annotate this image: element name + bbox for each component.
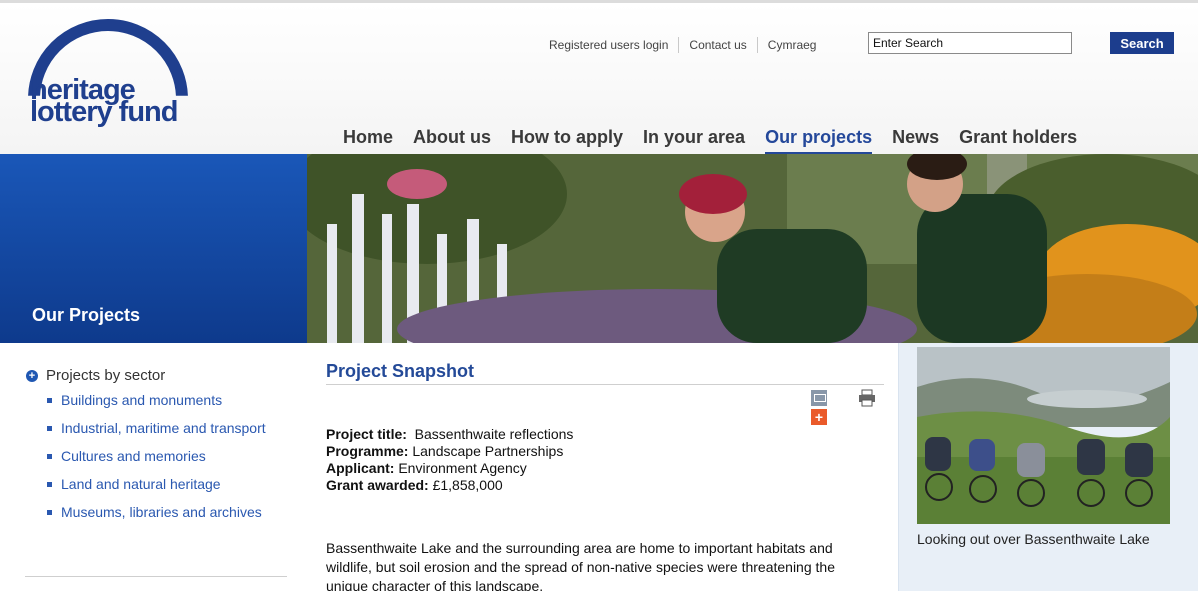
sector-museums-libraries-archives[interactable]: Museums, libraries and archives bbox=[46, 503, 286, 522]
main-content: Project Snapshot + Project title: Bassen… bbox=[307, 343, 898, 591]
nav-how-to-apply[interactable]: How to apply bbox=[511, 127, 623, 155]
logo-line-2: lottery fund bbox=[30, 96, 178, 128]
main-navigation: Home About us How to apply In your area … bbox=[343, 127, 1097, 155]
plus-icon[interactable]: + bbox=[811, 409, 827, 425]
nav-news[interactable]: News bbox=[892, 127, 939, 155]
nav-our-projects[interactable]: Our projects bbox=[765, 127, 873, 155]
search-button[interactable]: Search bbox=[1110, 32, 1174, 54]
project-snapshot-heading: Project Snapshot bbox=[326, 361, 475, 381]
nav-grant-holders[interactable]: Grant holders bbox=[959, 127, 1077, 155]
detail-label: Programme: bbox=[326, 443, 409, 459]
heading-divider bbox=[326, 384, 884, 385]
sector-land-and-natural-heritage[interactable]: Land and natural heritage bbox=[46, 475, 286, 494]
cymraeg-link[interactable]: Cymraeg bbox=[756, 37, 827, 53]
photo-caption: Looking out over Bassenthwaite Lake bbox=[917, 531, 1150, 547]
nav-about-us[interactable]: About us bbox=[413, 127, 491, 155]
sector-cultures-and-memories[interactable]: Cultures and memories bbox=[46, 447, 286, 466]
search-input[interactable] bbox=[868, 32, 1072, 54]
detail-label: Grant awarded: bbox=[326, 477, 429, 493]
gardeners-flowerbed-image bbox=[307, 154, 1198, 343]
registered-users-login-link[interactable]: Registered users login bbox=[549, 37, 678, 53]
sidebar-divider bbox=[25, 576, 287, 577]
nav-home[interactable]: Home bbox=[343, 127, 393, 155]
detail-applicant: Applicant: Environment Agency bbox=[326, 460, 573, 477]
section-title: Our Projects bbox=[32, 305, 141, 325]
detail-label: Applicant: bbox=[326, 460, 395, 476]
detail-grant-awarded: Grant awarded: £1,858,000 bbox=[326, 477, 573, 494]
utility-links: Registered users login Contact us Cymrae… bbox=[549, 36, 826, 54]
detail-value: Landscape Partnerships bbox=[408, 443, 564, 459]
heritage-lottery-fund-logo[interactable]: heritage lottery fund bbox=[28, 19, 193, 139]
bassenthwaite-lake-image bbox=[917, 347, 1170, 524]
contact-us-link[interactable]: Contact us bbox=[678, 37, 756, 53]
printer-icon[interactable] bbox=[858, 389, 876, 407]
detail-value: Bassenthwaite reflections bbox=[406, 426, 574, 442]
email-icon[interactable] bbox=[811, 390, 827, 406]
project-description: Bassenthwaite Lake and the surrounding a… bbox=[326, 540, 835, 591]
sector-buildings-and-monuments[interactable]: Buildings and monuments bbox=[46, 391, 286, 410]
projects-by-sector-toggle[interactable]: + Projects by sector bbox=[26, 367, 165, 384]
detail-label: Project title: bbox=[326, 426, 407, 442]
project-photo bbox=[917, 347, 1170, 524]
detail-value: £1,858,000 bbox=[428, 477, 503, 493]
site-header: heritage lottery fund Registered users l… bbox=[0, 0, 1198, 155]
banner-photo bbox=[307, 154, 1198, 343]
projects-by-sector-label: Projects by sector bbox=[46, 367, 166, 384]
section-banner: Our Projects bbox=[0, 154, 307, 343]
plus-circle-icon: + bbox=[26, 369, 38, 382]
sector-list: Buildings and monuments Industrial, mari… bbox=[46, 391, 286, 531]
detail-value: Environment Agency bbox=[394, 460, 527, 476]
right-panel: Looking out over Bassenthwaite Lake bbox=[898, 343, 1198, 591]
left-sidebar: + Projects by sector Buildings and monum… bbox=[0, 343, 307, 591]
sector-industrial-maritime-transport[interactable]: Industrial, maritime and transport bbox=[46, 419, 286, 438]
nav-in-your-area[interactable]: In your area bbox=[643, 127, 745, 155]
detail-programme: Programme: Landscape Partnerships bbox=[326, 443, 573, 460]
detail-project-title: Project title: Bassenthwaite reflections bbox=[326, 426, 573, 443]
project-details: Project title: Bassenthwaite reflections… bbox=[326, 426, 573, 494]
